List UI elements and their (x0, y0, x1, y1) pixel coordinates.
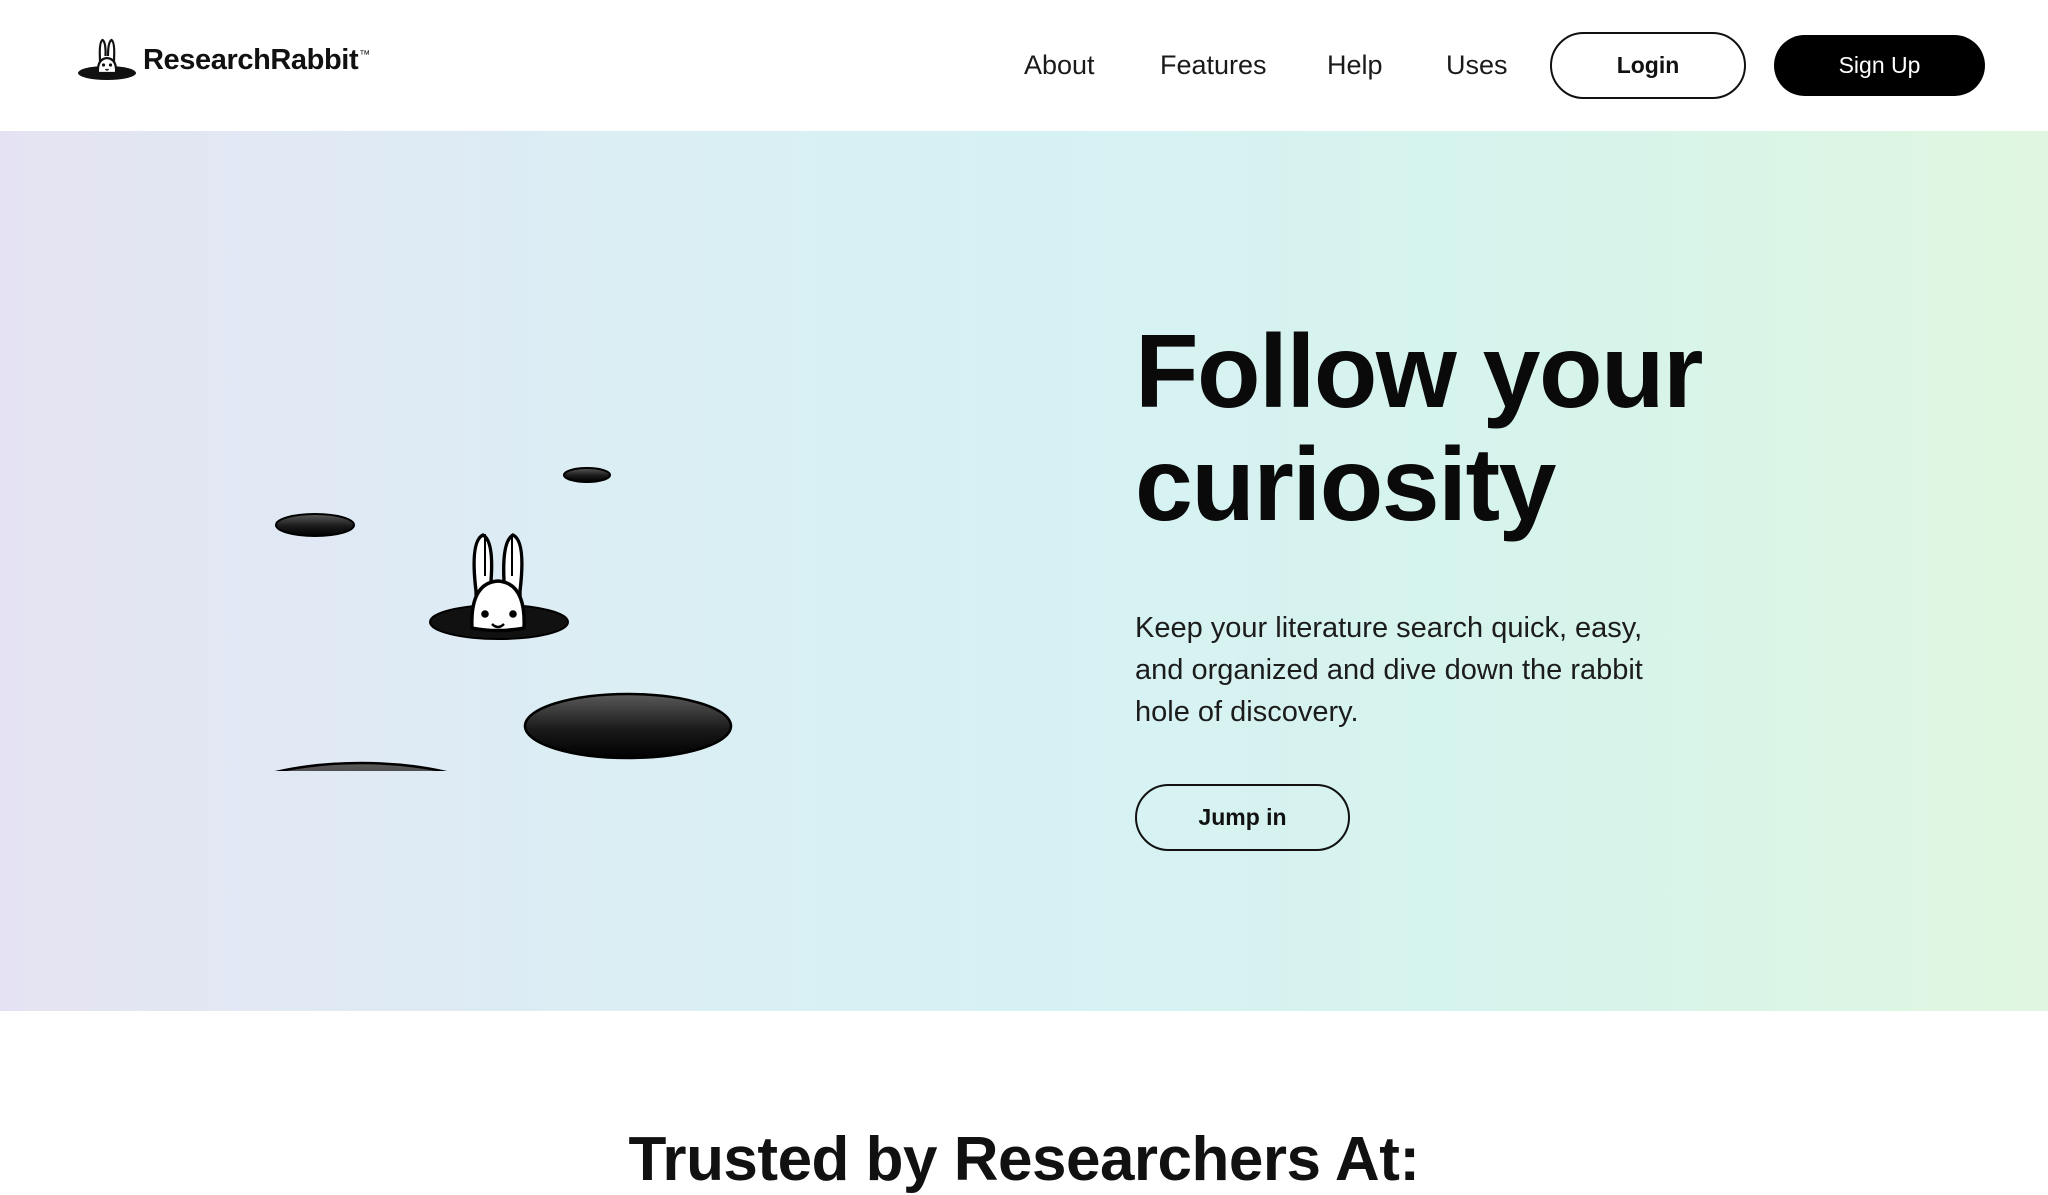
signup-button[interactable]: Sign Up (1774, 35, 1985, 96)
medium-hole-shape (523, 692, 733, 760)
hero-subtitle: Keep your literature search quick, easy,… (1135, 612, 1643, 728)
hero-section: Follow your curiosity Keep your literatu… (0, 131, 2048, 1011)
small-hole-shape (563, 467, 611, 483)
small-hole-shape (275, 513, 355, 537)
nav-link-uses[interactable]: Uses (1446, 48, 1508, 82)
jump-in-button[interactable]: Jump in (1135, 784, 1350, 851)
top-navbar: ResearchRabbit™ About Features Help Uses… (0, 0, 2048, 131)
login-button[interactable]: Login (1550, 32, 1746, 99)
hero-title-line-1: Follow your (1135, 314, 1704, 430)
rabbit-eye-shape (481, 610, 489, 618)
nav-link-help[interactable]: Help (1327, 48, 1383, 82)
rabbit-eye-shape (509, 610, 517, 618)
hero-title: Follow your curiosity (1135, 316, 1835, 542)
nav-link-features[interactable]: Features (1160, 48, 1267, 82)
trusted-by-heading: Trusted by Researchers At: (628, 1125, 1420, 1194)
rabbit-holes-illustration (274, 467, 733, 771)
rabbit-icon (470, 533, 526, 633)
nav-link-about[interactable]: About (1024, 48, 1095, 82)
large-hole-shape (274, 761, 448, 771)
hero-title-line-2: curiosity (1135, 427, 1556, 543)
